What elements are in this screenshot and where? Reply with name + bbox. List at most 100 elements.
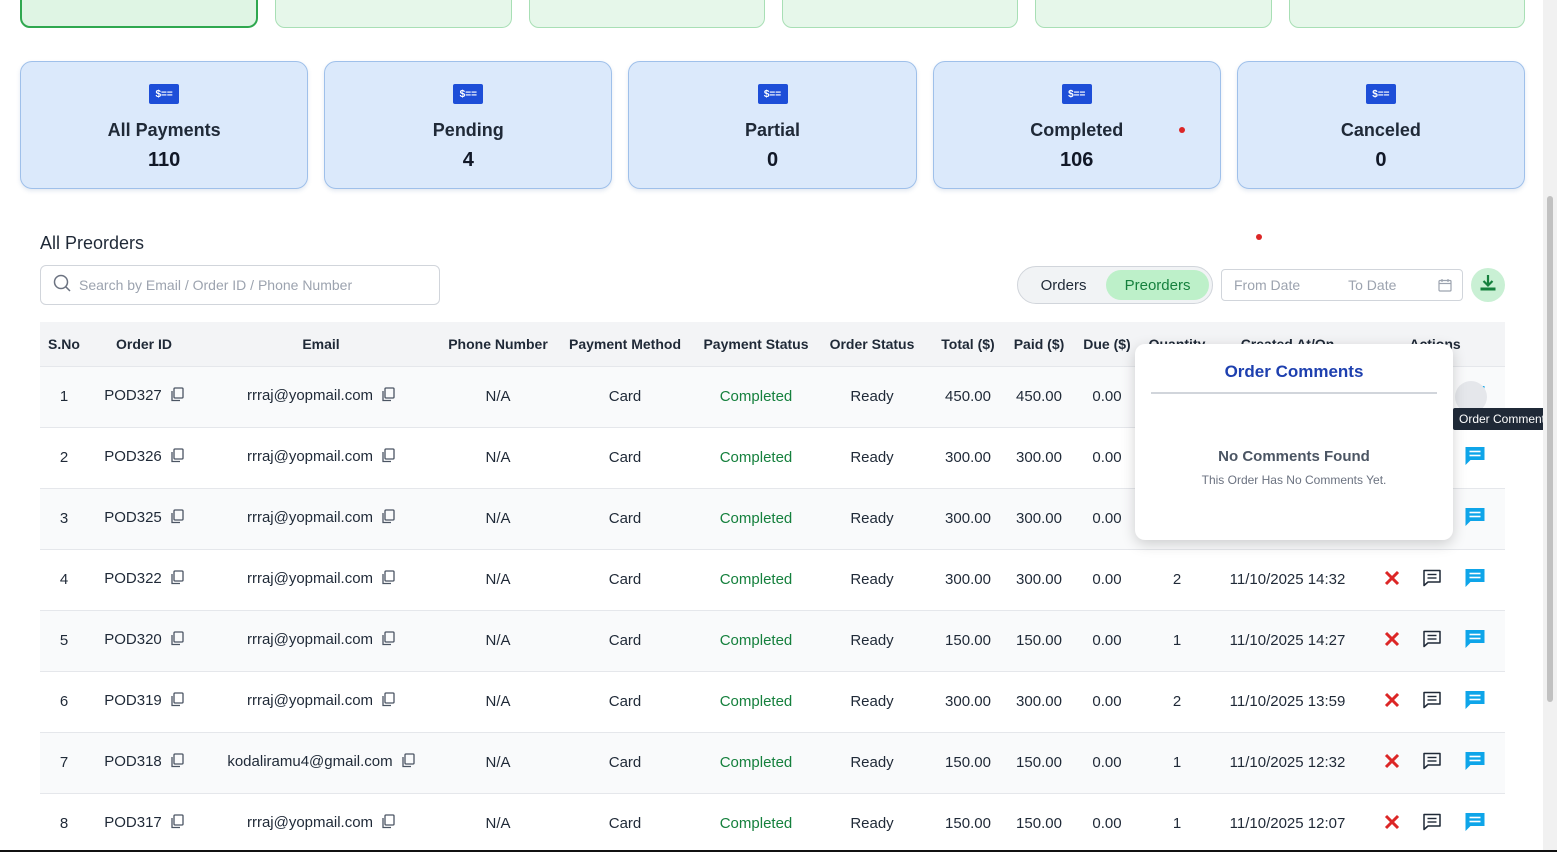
order-comments-icon[interactable] [1464,568,1486,592]
status-card-count: 4 [1401,0,1413,5]
tooltip: Order Comments [1453,408,1557,430]
payment-card-partial[interactable]: $== Partial 0 [628,61,917,189]
cell-total: 450.00 [945,388,991,405]
header-email: Email [302,335,340,352]
scrollbar-thumb[interactable] [1547,196,1553,702]
header-payment-method: Payment Method [568,335,681,352]
cell-payment-status: Completed [719,510,793,527]
cancel-icon[interactable] [1384,570,1400,590]
copy-icon[interactable] [170,753,184,772]
comment-icon[interactable] [1422,752,1442,774]
copy-icon[interactable] [170,509,184,528]
copy-icon[interactable] [381,387,395,406]
email-text: rrraj@yopmail.com [246,692,374,709]
payment-card-all[interactable]: $== All Payments 110 [20,61,309,189]
payment-card-count: 0 [1375,149,1387,171]
cell-created: 11/10/2025 13:59 [1229,693,1346,710]
toggle-preorders[interactable]: Preorders [1106,270,1209,300]
cell-payment-status: Completed [719,571,793,588]
header-phone: Phone Number [448,335,548,352]
cell-payment-method: Card [608,388,642,405]
status-card-count: 4 [387,0,399,5]
email-text: rrraj@yopmail.com [246,814,374,832]
payment-card-completed[interactable]: $== Completed 106 [932,61,1221,189]
comment-icon[interactable] [1422,569,1442,591]
copy-icon[interactable] [170,631,184,650]
comment-icon[interactable] [1422,813,1442,835]
cell-order-status: Ready [850,815,894,833]
search-box[interactable] [40,265,440,305]
cell-due: 0.00 [1092,510,1122,527]
copy-icon[interactable] [170,570,184,589]
from-date-input[interactable]: From Date [1234,277,1300,293]
status-card[interactable]: 4 [1288,0,1525,28]
order-comments-icon[interactable] [1464,507,1486,531]
cell-due: 0.00 [1092,632,1122,649]
payment-card-pending[interactable]: $== Pending 4 [324,61,613,189]
cell-actions [1365,671,1505,732]
header-sno: S.No [48,335,80,352]
cell-total: 300.00 [945,449,991,466]
copy-icon[interactable] [381,631,395,650]
status-card[interactable]: 4 [275,0,512,28]
copy-icon[interactable] [381,570,395,589]
page: 110 4 106 4 8 4 $== All Payments 110 $==… [0,0,1557,852]
header-total: Total ($) [941,335,995,352]
cancel-icon[interactable] [1384,692,1400,712]
table-row: 4 POD322 rrraj@yopmail.com N/A Card Completed… [40,549,1505,610]
status-card[interactable]: 4 [781,0,1019,28]
cell-payment-method: Card [608,571,642,588]
status-card[interactable]: 8 [1035,0,1272,28]
cancel-icon[interactable] [1384,631,1400,651]
popup-title: Order Comments [1224,362,1364,381]
order-comments-icon[interactable] [1464,446,1486,470]
cancel-icon[interactable] [1384,814,1400,834]
table-row: 7 POD318 kodaliramu4@gmail.com N/A Card Compl… [40,732,1505,793]
cell-quantity: 1 [1172,632,1182,649]
copy-icon[interactable] [170,692,184,711]
order-comments-icon[interactable] [1464,812,1486,836]
copy-icon[interactable] [170,387,184,406]
order-comments-icon[interactable] [1464,629,1486,653]
payment-card-canceled[interactable]: $== Canceled 0 [1236,61,1526,189]
download-button[interactable] [1471,268,1505,302]
date-range-picker[interactable]: From Date To Date [1221,269,1463,301]
table-row: 5 POD320 rrraj@yopmail.com N/A Card Completed… [40,610,1505,671]
order-id-text: POD326 [104,448,162,465]
comment-icon[interactable] [1422,691,1442,713]
cell-due: 0.00 [1092,693,1122,710]
cancel-icon[interactable] [1384,753,1400,773]
cell-order-id: POD319 [88,671,200,732]
copy-icon[interactable] [381,692,395,711]
search-icon [53,274,71,297]
search-input[interactable] [79,277,409,293]
copy-icon[interactable] [170,814,184,833]
cell-order-status: Ready [850,632,894,649]
copy-icon[interactable] [170,448,184,467]
order-comments-icon[interactable] [1464,690,1486,714]
cell-email: rrraj@yopmail.com [200,427,442,488]
cell-payment-method: Card [608,632,642,649]
copy-icon[interactable] [381,448,395,467]
payment-card-count: 4 [462,149,474,171]
cell-payment-method: Card [608,510,642,527]
payment-card-label: Pending [432,120,504,140]
cell-email: rrraj@yopmail.com [200,488,442,549]
comment-icon[interactable] [1422,630,1442,652]
scrollbar[interactable] [1543,0,1557,852]
order-comments-icon[interactable] [1464,751,1486,775]
cell-quantity: 1 [1172,815,1182,833]
copy-icon[interactable] [381,509,395,528]
toggle-orders[interactable]: Orders [1021,270,1106,300]
status-card-all[interactable]: 110 [20,0,259,28]
download-icon [1479,274,1497,297]
status-card[interactable]: 106 [528,0,765,28]
copy-icon[interactable] [381,814,395,833]
order-id-text: POD318 [104,753,162,770]
cell-order-status: Ready [850,693,894,710]
calendar-icon[interactable] [1438,278,1452,295]
popup-divider [1151,392,1437,394]
cell-paid: 300.00 [1016,571,1062,588]
to-date-input[interactable]: To Date [1348,277,1396,293]
copy-icon[interactable] [401,753,415,772]
